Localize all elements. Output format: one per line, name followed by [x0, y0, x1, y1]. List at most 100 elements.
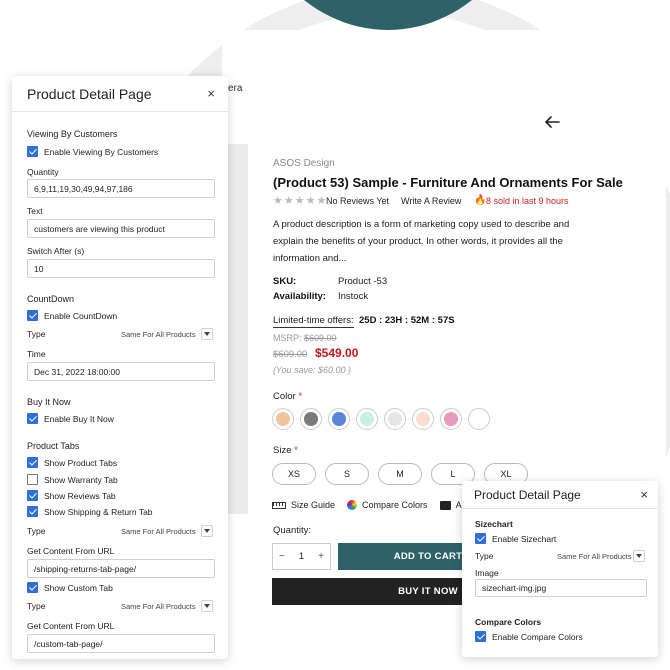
color-label: Color *: [273, 391, 303, 402]
panel-title: Product Detail Page: [27, 85, 152, 102]
color-swatch[interactable]: [328, 408, 350, 430]
you-save: (You save: $60.00 ): [273, 365, 352, 375]
star-icon: ★: [283, 195, 294, 207]
breadcrumb: era: [228, 83, 243, 94]
write-review-link[interactable]: Write A Review: [401, 196, 461, 206]
chevron-down-icon[interactable]: [201, 525, 213, 537]
product-tools: Size Guide Compare Colors A: [272, 500, 474, 510]
checkbox-checked-icon[interactable]: [27, 582, 38, 593]
color-swatch[interactable]: [440, 408, 462, 430]
close-icon[interactable]: ×: [640, 487, 648, 502]
compare-colors-link[interactable]: Compare Colors: [347, 500, 428, 510]
size-guide-link[interactable]: Size Guide: [272, 500, 335, 510]
checkbox-checked-icon[interactable]: [27, 490, 38, 501]
ruler-icon: [272, 501, 286, 509]
size-label: Size *: [273, 445, 298, 456]
image-input[interactable]: sizechart-img.jpg: [475, 579, 647, 597]
sale-price: $549.00: [315, 346, 359, 360]
compare-colors-heading: Compare Colors: [475, 617, 542, 627]
time-label: Time: [27, 349, 46, 359]
enable-countdown-checkbox[interactable]: Enable CountDown: [27, 310, 117, 321]
quantity-value[interactable]: 1: [299, 551, 304, 562]
chevron-down-icon[interactable]: [201, 600, 213, 612]
custom-type-select[interactable]: Type Same For All Products: [27, 599, 215, 613]
star-icon: ★: [273, 195, 283, 207]
color-swatch[interactable]: [468, 408, 490, 430]
color-swatch[interactable]: [412, 408, 434, 430]
sold-in-last-hours: 8 sold in last 9 hours: [486, 196, 569, 206]
fire-icon: 🔥: [474, 195, 487, 206]
checkbox-checked-icon[interactable]: [27, 413, 38, 424]
decrement-button[interactable]: −: [279, 551, 285, 562]
checkbox-checked-icon[interactable]: [475, 533, 486, 544]
panel-title: Product Detail Page: [474, 487, 581, 502]
msrp-value: $609.00: [304, 333, 337, 343]
panel-header: Product Detail Page ×: [12, 76, 228, 112]
enable-buy-it-now-checkbox[interactable]: Enable Buy It Now: [27, 413, 114, 424]
show-custom-tab-checkbox[interactable]: Show Custom Tab: [27, 582, 113, 593]
msrp-label: MSRP:: [273, 333, 302, 343]
product-tabs-heading: Product Tabs: [27, 441, 80, 451]
size-option[interactable]: M: [378, 463, 422, 485]
back-arrow-icon[interactable]: [542, 112, 562, 132]
get-content-label: Get Content From URL: [27, 621, 115, 631]
availability-value: Instock: [338, 291, 369, 302]
star-icon: ★: [316, 195, 327, 207]
time-input[interactable]: Dec 31, 2022 18:00:00: [27, 362, 215, 381]
product-title: (Product 53) Sample - Furniture And Orna…: [273, 175, 623, 190]
show-product-tabs-checkbox[interactable]: Show Product Tabs: [27, 457, 117, 468]
enable-viewing-checkbox[interactable]: Enable Viewing By Customers: [27, 146, 158, 157]
enable-compare-colors-checkbox[interactable]: Enable Compare Colors: [475, 631, 583, 642]
countdown-heading: CountDown: [27, 294, 75, 304]
shipping-url-input[interactable]: /shipping-returns-tab-page/: [27, 559, 215, 578]
rating-stars: ★ ★ ★ ★ ★: [273, 194, 326, 207]
size-option[interactable]: XS: [272, 463, 316, 485]
close-icon[interactable]: ×: [207, 86, 215, 101]
color-swatch[interactable]: [356, 408, 378, 430]
enable-sizechart-checkbox[interactable]: Enable Sizechart: [475, 533, 556, 544]
countdown-type-select[interactable]: Type Same For All Products: [27, 327, 215, 341]
image-label: Image: [475, 568, 499, 578]
sizechart-heading: Sizechart: [475, 519, 513, 529]
chevron-down-icon[interactable]: [201, 328, 213, 340]
color-swatch[interactable]: [384, 408, 406, 430]
text-input[interactable]: customers are viewing this product: [27, 219, 215, 238]
settings-panel-right: Product Detail Page × Sizechart Enable S…: [462, 481, 658, 657]
size-option[interactable]: S: [325, 463, 369, 485]
checkbox-checked-icon[interactable]: [475, 631, 486, 642]
sku-value: Product -53: [338, 276, 388, 287]
checkbox-checked-icon[interactable]: [27, 146, 38, 157]
shipping-type-select[interactable]: Type Same For All Products: [27, 524, 215, 538]
chevron-down-icon[interactable]: [633, 550, 645, 562]
checkbox-checked-icon[interactable]: [27, 506, 38, 517]
availability-label: Availability:: [273, 291, 326, 302]
viewing-heading: Viewing By Customers: [27, 129, 118, 139]
show-warranty-tab-checkbox[interactable]: Show Warranty Tab: [27, 474, 118, 485]
quantity-label: Quantity: [27, 167, 59, 177]
countdown-timer: 25D : 23H : 52M : 57S: [359, 315, 455, 326]
checkbox-unchecked-icon[interactable]: [27, 474, 38, 485]
old-price: $609.00: [273, 349, 308, 360]
product-brand[interactable]: ASOS Design: [273, 158, 335, 169]
switch-after-input[interactable]: 10: [27, 259, 215, 278]
quantity-input[interactable]: 6,9,11,19,30,49,94,97,186: [27, 179, 215, 198]
show-shipping-tab-checkbox[interactable]: Show Shipping & Return Tab: [27, 506, 153, 517]
text-label: Text: [27, 206, 43, 216]
msrp: MSRP: $609.00: [273, 333, 337, 343]
sizechart-type-select[interactable]: Type Same For All Products: [475, 549, 647, 563]
color-wheel-icon: [347, 500, 358, 510]
custom-url-input[interactable]: /custom-tab-page/: [27, 634, 215, 653]
color-swatch[interactable]: [300, 408, 322, 430]
quantity-stepper[interactable]: − 1 +: [272, 543, 331, 570]
increment-button[interactable]: +: [318, 551, 324, 562]
checkbox-checked-icon[interactable]: [27, 457, 38, 468]
buy-it-now-heading: Buy It Now: [27, 397, 71, 407]
checkbox-checked-icon[interactable]: [27, 310, 38, 321]
chat-icon: [439, 500, 451, 510]
ask-question-link[interactable]: A: [439, 500, 462, 510]
show-reviews-tab-checkbox[interactable]: Show Reviews Tab: [27, 490, 116, 501]
settings-panel-left: Product Detail Page × Viewing By Custome…: [12, 76, 228, 659]
star-icon: ★: [305, 195, 316, 207]
color-swatch[interactable]: [272, 408, 294, 430]
panel-header: Product Detail Page ×: [462, 481, 658, 509]
